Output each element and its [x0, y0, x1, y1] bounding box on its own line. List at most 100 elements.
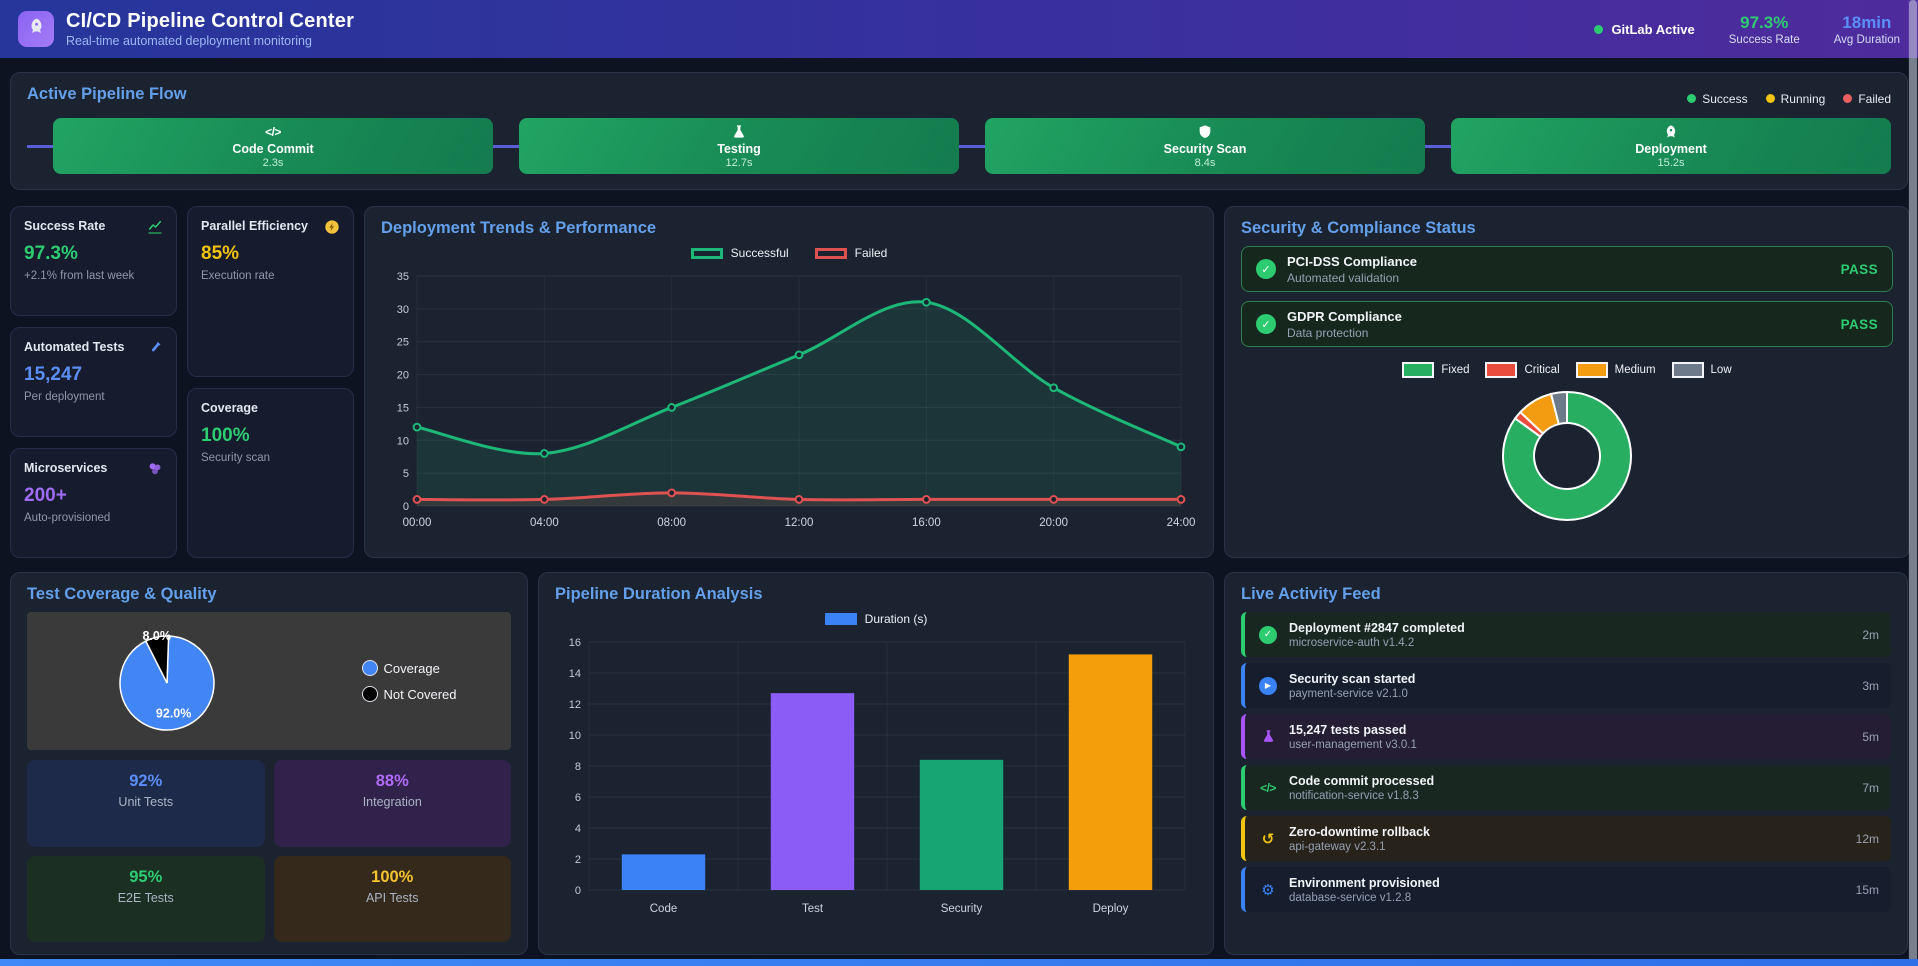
check-circle-icon: ✓: [1256, 259, 1276, 279]
legend-entry[interactable]: Failed: [815, 246, 888, 260]
pipeline-legend-item: Success: [1687, 92, 1747, 106]
duration-bar-chart: 0246810121416CodeTestSecurityDeploy: [555, 628, 1199, 928]
compliance-row: ✓ GDPR Compliance Data protection PASS: [1241, 301, 1893, 347]
activity-title: Zero-downtime rollback: [1289, 825, 1430, 839]
stage-name: Testing: [717, 142, 761, 156]
coverage-panel-title: Test Coverage & Quality: [27, 585, 511, 604]
stat-card-value: 100%: [201, 425, 340, 447]
activity-item: 15,247 tests passed user-management v3.0…: [1241, 714, 1891, 759]
tile-value: 100%: [274, 868, 512, 887]
stage-connector: [1425, 145, 1451, 148]
legend-entry[interactable]: Successful: [691, 246, 789, 260]
check-circle-icon: ✓: [1256, 314, 1276, 334]
tile-label: E2E Tests: [27, 891, 265, 905]
trends-panel-title: Deployment Trends & Performance: [381, 219, 1197, 238]
coverage-legend: Coverage Not Covered: [362, 660, 457, 702]
svg-text:Test: Test: [802, 903, 824, 915]
svg-text:20:00: 20:00: [1039, 517, 1068, 529]
activity-service: notification-service v1.8.3: [1289, 790, 1434, 802]
legend-entry[interactable]: Coverage: [362, 660, 457, 676]
stat-card-subtitle: Security scan: [201, 452, 340, 464]
pipeline-stage[interactable]: </> Code Commit 2.3s: [53, 118, 493, 174]
stage-name: Code Commit: [232, 142, 313, 156]
stat-card-title: Success Rate: [24, 219, 105, 233]
stage-name: Security Scan: [1164, 142, 1247, 156]
legend-entry[interactable]: Fixed: [1402, 362, 1469, 378]
coverage-tile: 88% Integration: [274, 760, 512, 847]
activity-service: payment-service v2.1.0: [1289, 688, 1415, 700]
tile-label: API Tests: [274, 891, 512, 905]
activity-service: database-service v1.2.8: [1289, 892, 1440, 904]
legend-entry[interactable]: Not Covered: [362, 686, 457, 702]
activity-icon: ✓: [1257, 626, 1279, 644]
pipeline-stage[interactable]: Testing 12.7s: [519, 118, 959, 174]
page-title: CI/CD Pipeline Control Center: [66, 10, 354, 33]
activity-item: ⚙ Environment provisioned database-servi…: [1241, 867, 1891, 912]
stat-card-icon: [147, 461, 163, 477]
stat-card: Coverage 100% Security scan: [187, 388, 354, 559]
stat-card-value: 85%: [201, 243, 340, 265]
pipeline-legend-item: Failed: [1843, 92, 1891, 106]
compliance-detail: Data protection: [1287, 326, 1402, 340]
pipeline-stage[interactable]: Security Scan 8.4s: [985, 118, 1425, 174]
activity-time: 15m: [1856, 883, 1879, 897]
stat-card-subtitle: Auto-provisioned: [24, 512, 163, 524]
coverage-tile: 100% API Tests: [274, 856, 512, 943]
coverage-pie-chart: 92.0%8.0%: [82, 617, 252, 745]
pipeline-flow-panel: Active Pipeline Flow Success Running: [10, 72, 1908, 190]
stat-card-subtitle: +2.1% from last week: [24, 270, 163, 282]
stat-card-value: 97.3%: [24, 243, 163, 265]
stage-duration: 15.2s: [1658, 157, 1685, 169]
svg-text:20: 20: [397, 370, 409, 382]
svg-text:15: 15: [397, 402, 409, 414]
pipeline-duration-panel: Pipeline Duration Analysis Duration (s) …: [538, 572, 1214, 955]
svg-text:8.0%: 8.0%: [142, 629, 171, 643]
activity-time: 2m: [1862, 628, 1879, 642]
metric-avg-duration: 18min Avg Duration: [1834, 13, 1900, 46]
legend-entry[interactable]: Medium: [1576, 362, 1656, 378]
activity-icon: ↺: [1257, 830, 1279, 848]
stage-duration: 12.7s: [726, 157, 753, 169]
activity-service: user-management v3.0.1: [1289, 739, 1417, 751]
app-logo: [18, 11, 54, 47]
compliance-checks: ✓ PCI-DSS Compliance Automated validatio…: [1241, 246, 1893, 347]
success-rate-value: 97.3%: [1729, 13, 1800, 33]
security-panel-title: Security & Compliance Status: [1241, 219, 1893, 238]
stat-card-value: 15,247: [24, 364, 163, 386]
svg-text:5: 5: [403, 468, 409, 480]
gitlab-status-label: GitLab Active: [1611, 22, 1694, 37]
compliance-name: PCI-DSS Compliance: [1287, 254, 1417, 269]
activity-time: 7m: [1862, 781, 1879, 795]
activity-icon: ▶: [1257, 677, 1279, 695]
activity-service: microservice-auth v1.4.2: [1289, 637, 1465, 649]
svg-text:04:00: 04:00: [530, 517, 559, 529]
activity-item: ✓ Deployment #2847 completed microservic…: [1241, 612, 1891, 657]
metric-success-rate: 97.3% Success Rate: [1729, 13, 1800, 46]
stat-card-icon: [147, 340, 163, 356]
svg-text:12: 12: [569, 699, 581, 711]
stage-icon: </>: [265, 124, 281, 141]
svg-text:24:00: 24:00: [1167, 517, 1196, 529]
stat-card-title: Coverage: [201, 401, 258, 415]
svg-text:8: 8: [575, 761, 581, 773]
legend-entry[interactable]: Low: [1672, 362, 1732, 378]
security-compliance-panel: Security & Compliance Status ✓ PCI-DSS C…: [1224, 206, 1910, 558]
legend-entry[interactable]: Critical: [1485, 362, 1559, 378]
svg-text:6: 6: [575, 792, 581, 804]
deployment-trends-panel: Deployment Trends & Performance Successf…: [364, 206, 1214, 558]
legend-entry[interactable]: Duration (s): [825, 612, 928, 626]
pass-badge: PASS: [1841, 317, 1878, 332]
pipeline-stage[interactable]: Deployment 15.2s: [1451, 118, 1891, 174]
stage-duration: 8.4s: [1195, 157, 1216, 169]
scrollbar-thumb[interactable]: [1909, 0, 1917, 966]
stage-connector: [959, 145, 985, 148]
vulnerability-legend: Fixed Critical Medium Low: [1402, 362, 1731, 378]
stat-card-subtitle: Per deployment: [24, 391, 163, 403]
trends-line-chart: 0510152025303500:0004:0008:0012:0016:002…: [381, 262, 1197, 534]
activity-title: Environment provisioned: [1289, 876, 1440, 890]
svg-text:16:00: 16:00: [912, 517, 941, 529]
activity-feed-panel: Live Activity Feed ✓ Deployment #2847 co…: [1224, 572, 1908, 955]
activity-item: ↺ Zero-downtime rollback api-gateway v2.…: [1241, 816, 1891, 861]
svg-text:Security: Security: [941, 903, 983, 915]
pipeline-legend-item: Running: [1766, 92, 1826, 106]
